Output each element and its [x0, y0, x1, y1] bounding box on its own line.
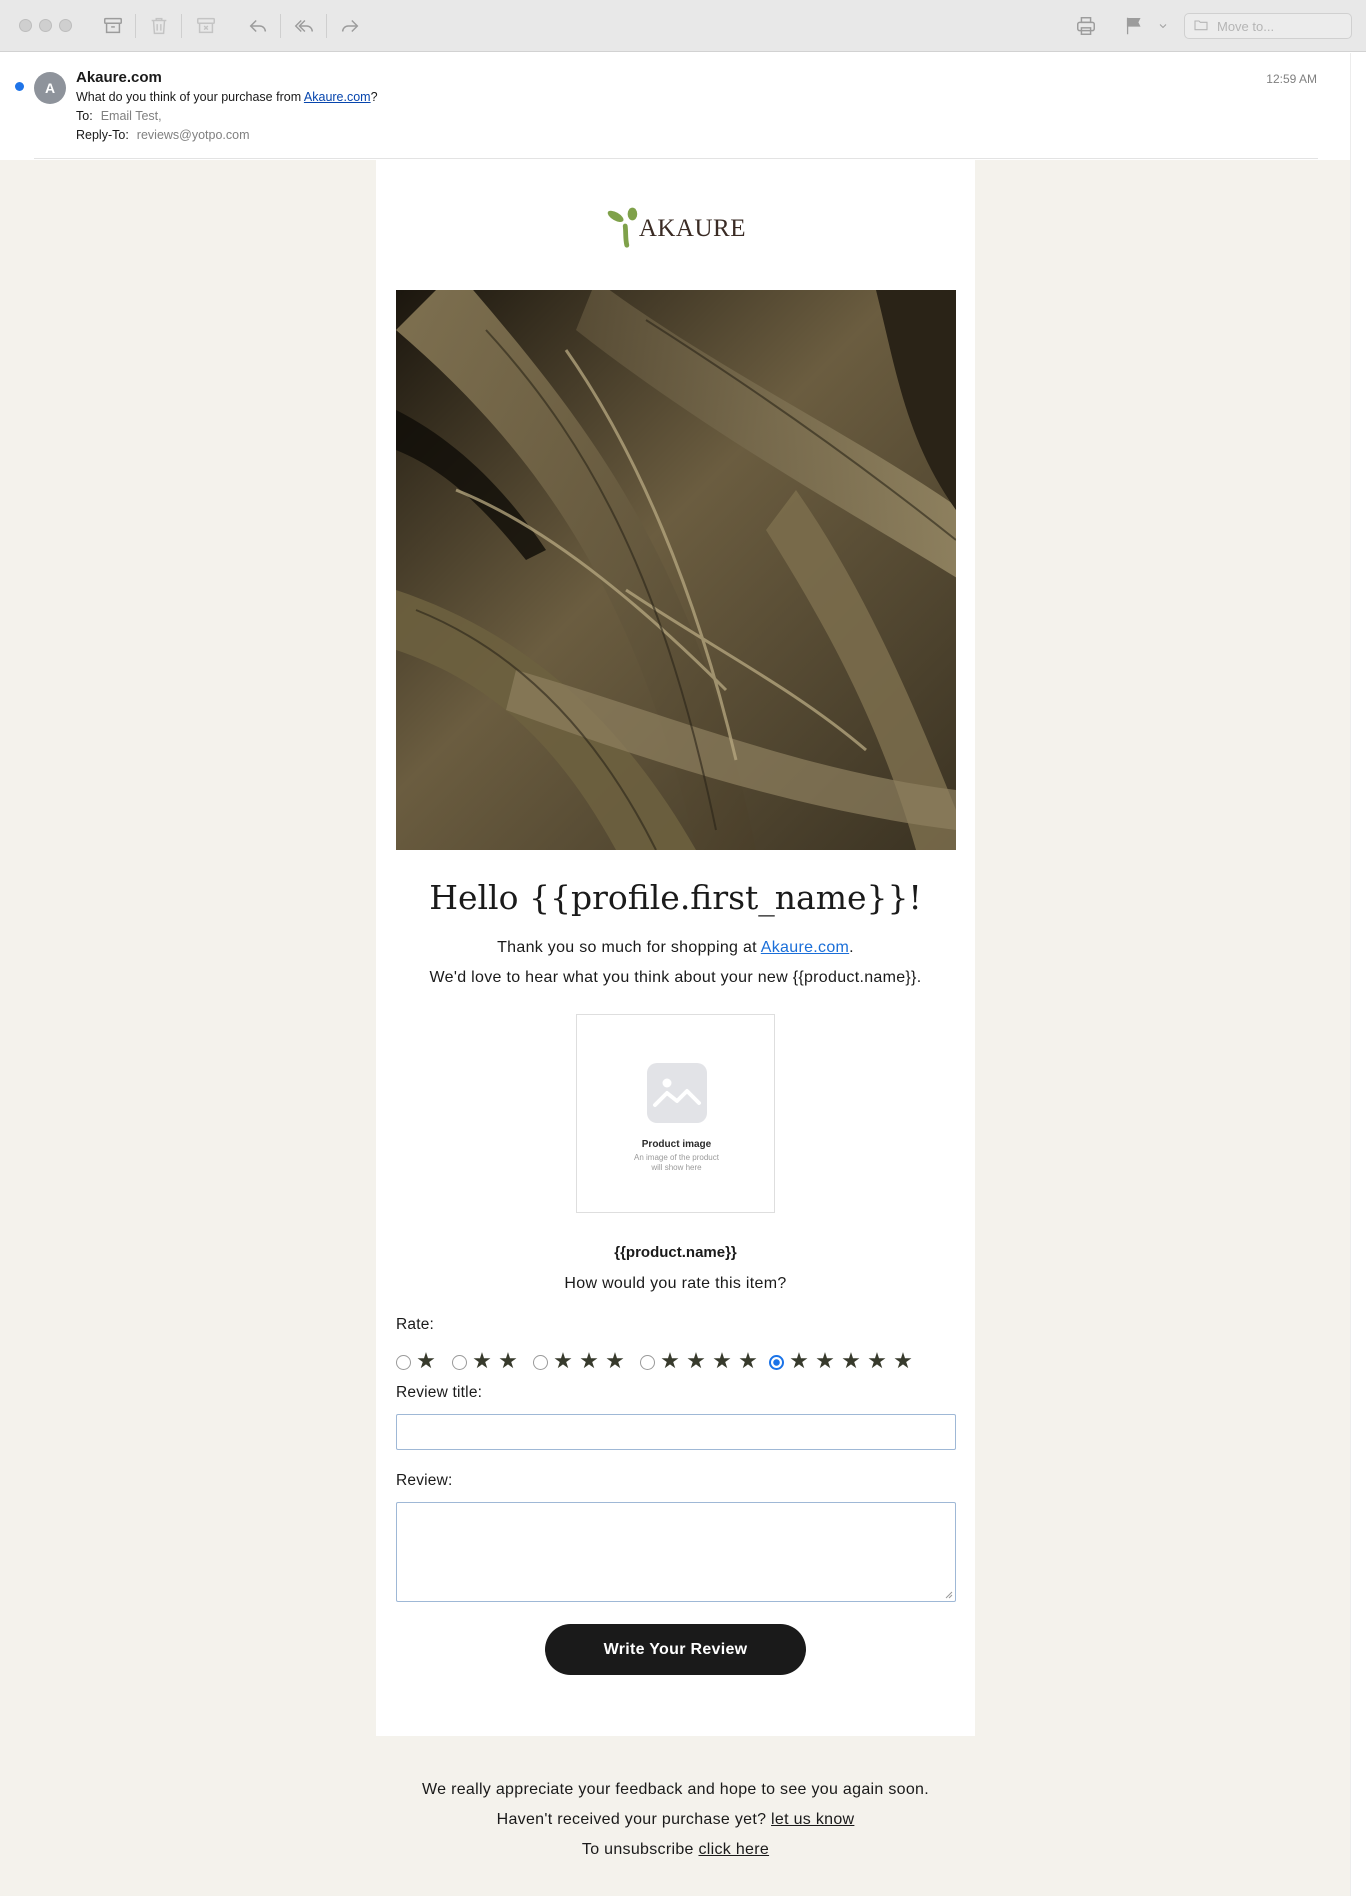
- footer-not-received: Haven't received your purchase yet? let …: [376, 1811, 975, 1829]
- star-icon: ★: [893, 1349, 913, 1374]
- image-placeholder-icon: [647, 1063, 707, 1123]
- scrollbar-track[interactable]: [1350, 53, 1366, 1896]
- subject-suffix: ?: [370, 90, 378, 104]
- to-value[interactable]: Email Test,: [101, 109, 162, 123]
- zoom-window-button[interactable]: [59, 19, 72, 32]
- greeting-heading: Hello {{profile.first_name}}!: [429, 878, 922, 917]
- star-icon: ★: [686, 1349, 706, 1374]
- close-window-button[interactable]: [19, 19, 32, 32]
- rating-radio-3[interactable]: [533, 1354, 548, 1370]
- star-icon: ★: [660, 1349, 680, 1374]
- thanks-text: Thank you so much for shopping at: [497, 939, 761, 956]
- forward-icon[interactable]: [336, 12, 364, 40]
- star-icon: ★: [815, 1349, 835, 1374]
- thanks-line: Thank you so much for shopping at Akaure…: [376, 939, 975, 957]
- review-label: Review:: [396, 1472, 453, 1489]
- star-icon: ★: [789, 1349, 809, 1374]
- mail-toolbar: Move to...: [0, 0, 1366, 52]
- message-header: [0, 53, 1350, 159]
- product-name: {{product.name}}: [614, 1244, 737, 1261]
- message-subject: What do you think of your purchase from …: [76, 90, 378, 104]
- review-title-input[interactable]: [396, 1414, 956, 1450]
- folder-icon: [1193, 17, 1209, 36]
- product-image-placeholder: Product image An image of the product wi…: [576, 1014, 775, 1213]
- subject-text: What do you think of your purchase from: [76, 90, 304, 104]
- hero-leaves-image: [396, 290, 956, 850]
- product-image-desc-1: An image of the product: [634, 1153, 719, 1162]
- rating-option-2[interactable]: ★ ★: [452, 1350, 521, 1374]
- header-divider: [34, 158, 1318, 159]
- print-icon[interactable]: [1072, 12, 1100, 40]
- unsubscribe-text: To unsubscribe: [581, 1841, 699, 1858]
- thanks-suffix: .: [849, 939, 854, 956]
- star-icon: ★: [605, 1349, 625, 1374]
- brand-wordmark: AKAURE: [638, 215, 746, 242]
- rating-option-5[interactable]: ★ ★ ★ ★ ★: [769, 1350, 916, 1374]
- footer-not-received-text: Haven't received your purchase yet?: [496, 1811, 772, 1828]
- move-to-placeholder: Move to...: [1217, 18, 1275, 34]
- resize-handle-icon[interactable]: [945, 1591, 953, 1599]
- toolbar-divider: [280, 14, 281, 38]
- leaf-logo-icon: [607, 207, 638, 248]
- minimize-window-button[interactable]: [39, 19, 52, 32]
- review-textarea[interactable]: [396, 1502, 956, 1602]
- toolbar-divider: [181, 14, 182, 38]
- star-icon: ★: [416, 1349, 436, 1374]
- rating-option-3[interactable]: ★ ★ ★: [533, 1350, 628, 1374]
- star-icon: ★: [841, 1349, 861, 1374]
- flag-icon[interactable]: [1120, 12, 1148, 40]
- rating-radio-5[interactable]: [769, 1354, 784, 1370]
- toolbar-divider: [135, 14, 136, 38]
- move-to-field[interactable]: Move to...: [1184, 13, 1352, 39]
- product-image-desc-2: will show here: [651, 1163, 702, 1172]
- star-icon: ★: [553, 1349, 573, 1374]
- reply-to-value[interactable]: reviews@yotpo.com: [137, 128, 250, 142]
- star-icon: ★: [498, 1349, 518, 1374]
- message-time: 12:59 AM: [1266, 72, 1317, 86]
- reply-to-label: Reply-To:: [76, 128, 129, 142]
- sender-name: Akaure.com: [76, 69, 162, 86]
- star-icon: ★: [579, 1349, 599, 1374]
- footer-unsubscribe: To unsubscribe click here: [376, 1841, 975, 1859]
- rating-radio-4[interactable]: [640, 1354, 655, 1370]
- review-title-label: Review title:: [396, 1384, 483, 1401]
- subject-link[interactable]: Akaure.com: [304, 90, 371, 104]
- love-to-hear-line: We'd love to hear what you think about y…: [429, 969, 922, 986]
- reply-all-icon[interactable]: [290, 12, 318, 40]
- write-review-button[interactable]: Write Your Review: [545, 1624, 806, 1675]
- brand-logo: AKAURE: [606, 200, 746, 252]
- product-image-title: Product image: [641, 1139, 712, 1150]
- unsubscribe-link[interactable]: click here: [698, 1841, 769, 1858]
- toolbar-divider: [326, 14, 327, 38]
- reply-icon[interactable]: [244, 12, 272, 40]
- chevron-down-icon[interactable]: [1150, 12, 1176, 40]
- rating-radio-2[interactable]: [452, 1354, 467, 1370]
- store-link[interactable]: Akaure.com: [761, 939, 849, 956]
- archive-icon[interactable]: [99, 12, 127, 40]
- rating-radio-1[interactable]: [396, 1354, 411, 1370]
- rating-option-1[interactable]: ★: [396, 1350, 439, 1374]
- rate-label: Rate:: [396, 1316, 435, 1333]
- star-icon: ★: [472, 1349, 492, 1374]
- rating-option-4[interactable]: ★ ★ ★ ★: [640, 1350, 761, 1374]
- star-icon: ★: [867, 1349, 887, 1374]
- unread-indicator: [15, 82, 24, 91]
- rate-question: How would you rate this item?: [564, 1275, 787, 1292]
- to-label: To:: [76, 109, 93, 123]
- footer-appreciation: We really appreciate your feedback and h…: [422, 1781, 929, 1798]
- let-us-know-link[interactable]: let us know: [771, 1811, 854, 1828]
- trash-icon[interactable]: [145, 12, 173, 40]
- avatar: A: [34, 72, 66, 104]
- reply-to-row: Reply-To: reviews@yotpo.com: [76, 128, 250, 142]
- junk-icon[interactable]: [192, 12, 220, 40]
- star-icon: ★: [738, 1349, 758, 1374]
- to-row: To: Email Test,: [76, 109, 162, 123]
- star-rating-options: ★ ★ ★ ★ ★ ★ ★ ★ ★ ★ ★ ★ ★ ★ ★: [396, 1350, 956, 1374]
- star-icon: ★: [712, 1349, 732, 1374]
